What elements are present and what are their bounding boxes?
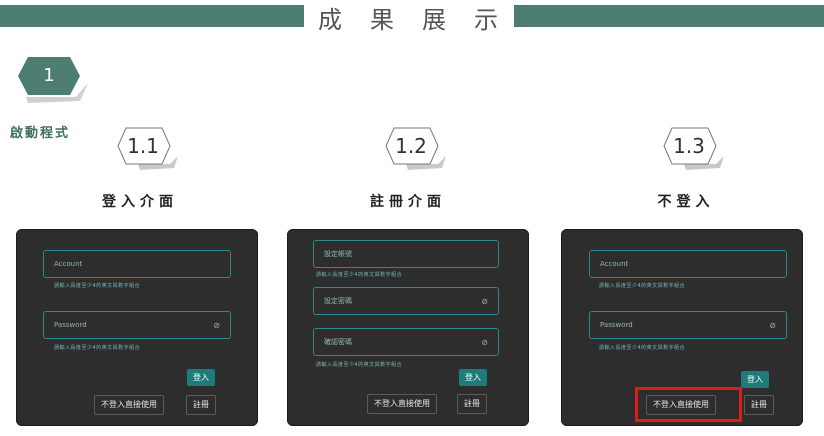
confirm-password-field[interactable]: 確認密碼 ⊘ bbox=[313, 328, 499, 356]
password-hint: 請輸入長度至少4的英文與數字組合 bbox=[599, 345, 686, 351]
section-badge: 1.2 bbox=[385, 126, 446, 170]
guest-button[interactable]: 不登入直接使用 bbox=[94, 395, 164, 415]
section-title: 登入介面 bbox=[102, 194, 178, 210]
section-number: 1.1 bbox=[127, 134, 159, 158]
section-title: 註冊介面 bbox=[370, 194, 446, 210]
register-screen: 設定帳號 請輸入長度至少4的英文與數字組合 設定密碼 ⊘ 確認密碼 ⊘ 請輸入長… bbox=[287, 229, 529, 426]
section-number: 1.3 bbox=[673, 134, 705, 158]
header-bar-right bbox=[514, 5, 824, 27]
password-placeholder: Password bbox=[600, 321, 633, 329]
login-button[interactable]: 登入 bbox=[741, 371, 769, 388]
password-field[interactable]: 設定密碼 ⊘ bbox=[313, 287, 499, 315]
account-field[interactable]: 設定帳號 bbox=[313, 240, 499, 268]
eye-slash-icon[interactable]: ⊘ bbox=[769, 321, 776, 330]
register-button[interactable]: 註冊 bbox=[186, 395, 216, 415]
step-badge: 1 bbox=[18, 57, 88, 103]
account-field[interactable]: Account bbox=[589, 250, 787, 278]
password-field[interactable]: Password ⊘ bbox=[43, 311, 231, 339]
eye-slash-icon[interactable]: ⊘ bbox=[213, 321, 220, 330]
title-char: 示 bbox=[474, 5, 500, 34]
confirm-placeholder: 確認密碼 bbox=[324, 338, 352, 346]
section-badge: 1.1 bbox=[117, 126, 178, 170]
confirm-hint: 請輸入長度至少4的英文與數字組合 bbox=[316, 362, 403, 368]
password-field[interactable]: Password ⊘ bbox=[589, 311, 787, 339]
register-button[interactable]: 註冊 bbox=[457, 394, 487, 414]
password-placeholder: 設定密碼 bbox=[324, 297, 352, 305]
section-badge: 1.3 bbox=[663, 126, 724, 170]
account-hint: 請輸入長度至少4的英文與數字組合 bbox=[54, 283, 141, 289]
login-button[interactable]: 登入 bbox=[187, 369, 215, 386]
section-number: 1.2 bbox=[395, 134, 427, 158]
account-hint: 請輸入長度至少4的英文與數字組合 bbox=[316, 272, 403, 278]
guest-button[interactable]: 不登入直接使用 bbox=[367, 394, 437, 414]
title-char: 展 bbox=[422, 5, 448, 34]
register-button[interactable]: 註冊 bbox=[744, 395, 774, 415]
account-placeholder: Account bbox=[600, 260, 629, 268]
header-bar-left bbox=[0, 5, 304, 27]
guest-button-highlight bbox=[635, 387, 742, 422]
page-title: 成 果 展 示 bbox=[304, 0, 514, 34]
eye-slash-icon[interactable]: ⊘ bbox=[481, 338, 488, 347]
account-placeholder: Account bbox=[54, 260, 83, 268]
title-char: 成 bbox=[318, 5, 344, 34]
account-hint: 請輸入長度至少4的英文與數字組合 bbox=[599, 283, 686, 289]
login-button[interactable]: 登入 bbox=[459, 369, 487, 386]
account-field[interactable]: Account bbox=[43, 250, 231, 278]
step-label: 啟動程式 bbox=[10, 126, 71, 141]
account-placeholder: 設定帳號 bbox=[324, 250, 352, 258]
password-hint: 請輸入長度至少4的英文與數字組合 bbox=[54, 345, 141, 351]
password-placeholder: Password bbox=[54, 321, 87, 329]
login-screen: Account 請輸入長度至少4的英文與數字組合 Password ⊘ 請輸入長… bbox=[16, 229, 258, 426]
step-number: 1 bbox=[43, 65, 55, 86]
title-char: 果 bbox=[370, 5, 396, 34]
eye-slash-icon[interactable]: ⊘ bbox=[481, 297, 488, 306]
section-title: 不登入 bbox=[657, 194, 715, 210]
